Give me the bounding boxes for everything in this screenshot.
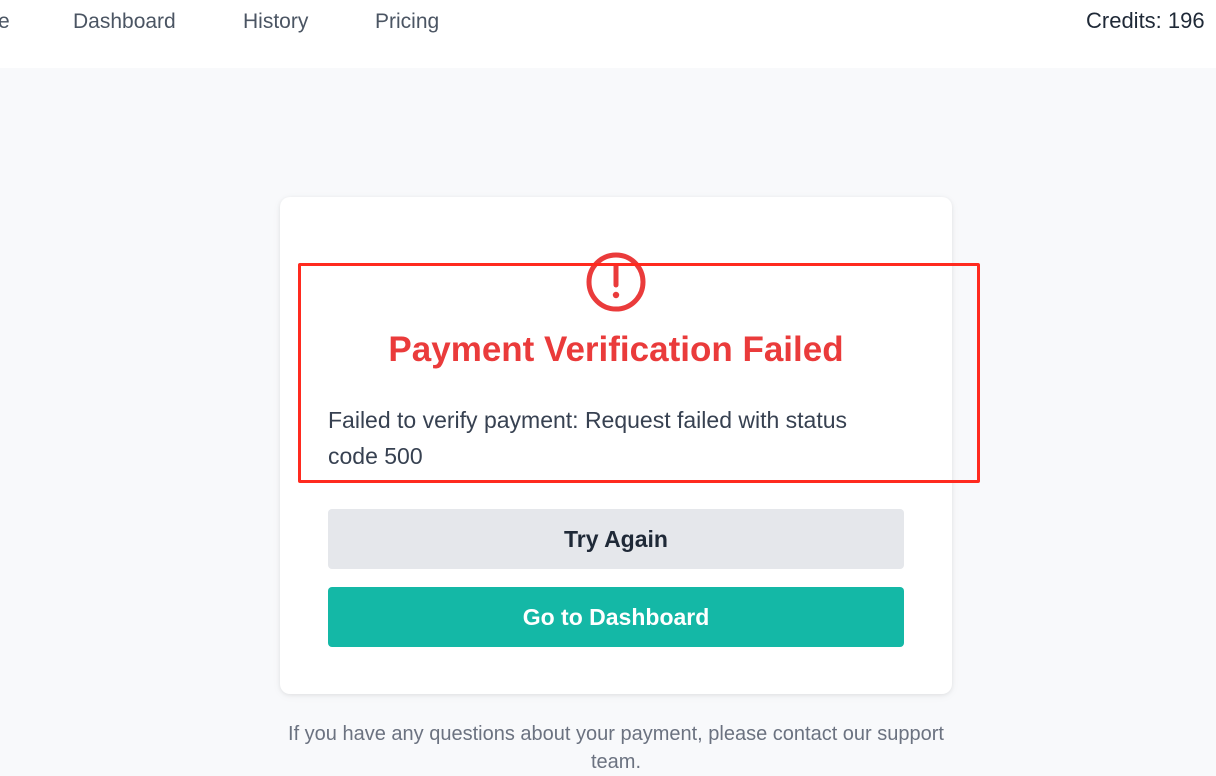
top-navigation-bar: e Dashboard History Pricing Credits: 196 — [0, 0, 1216, 68]
error-message: Failed to verify payment: Request failed… — [328, 407, 848, 469]
credits-counter: Credits: 196 — [1086, 8, 1205, 33]
alert-circle-icon — [586, 252, 646, 312]
support-note: If you have any questions about your pay… — [288, 723, 944, 773]
go-to-dashboard-button[interactable]: Go to Dashboard — [328, 587, 904, 647]
error-title: Payment Verification Failed — [388, 330, 844, 369]
nav-link-pricing[interactable]: Pricing — [375, 10, 439, 34]
nav-link-history[interactable]: History — [243, 10, 308, 34]
try-again-button[interactable]: Try Again — [328, 509, 904, 569]
nav-link-dashboard[interactable]: Dashboard — [73, 10, 176, 34]
nav-link-home[interactable]: e — [0, 10, 10, 34]
